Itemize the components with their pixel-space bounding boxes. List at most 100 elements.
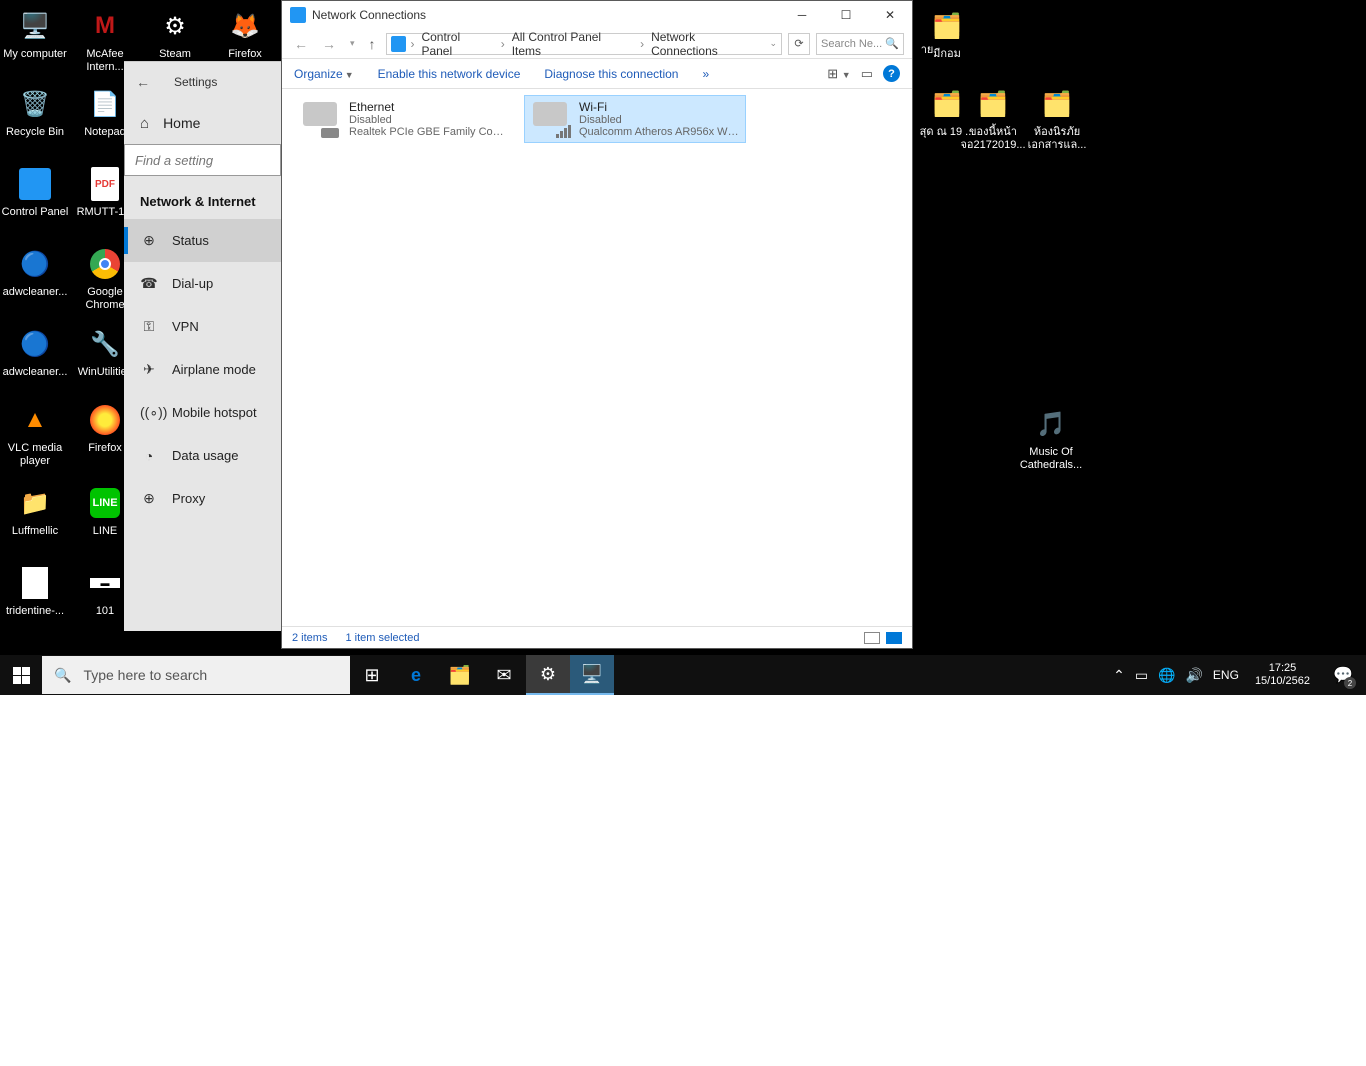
desktop-icon-tridentine[interactable]: tridentine-... [0,565,70,618]
view-tiles-icon[interactable] [886,632,902,644]
airplane-icon: ✈ [140,361,158,378]
toolbar: Organize▼ Enable this network device Dia… [282,59,912,89]
desktop-icon-right2[interactable]: 🗂️ของนี้หน้า จอ2172019... [958,86,1028,152]
window-title: Network Connections [312,8,780,22]
preview-pane-icon[interactable]: ▭ [861,66,873,82]
nav-dialup[interactable]: ☎Dial-up [124,262,281,305]
adapter-wifi[interactable]: Wi-Fi Disabled Qualcomm Atheros AR956x W… [524,95,746,143]
nav-up-icon[interactable]: ↑ [365,36,380,52]
nav-hotspot[interactable]: ((∘))Mobile hotspot [124,391,281,434]
tray-time: 17:25 [1255,662,1310,675]
view-details-icon[interactable] [864,632,880,644]
taskbar-settings[interactable]: ⚙ [526,655,570,695]
content-area[interactable]: Ethernet Disabled Realtek PCIe GBE Famil… [282,89,912,626]
desktop-icon-music[interactable]: 🎵Music Of Cathedrals... [1016,406,1086,472]
tray-clock[interactable]: 17:25 15/10/2562 [1249,662,1316,688]
tray-battery-icon[interactable]: ▭ [1135,667,1148,684]
dialup-icon: ☎ [140,275,158,292]
taskbar-edge[interactable]: e [394,655,438,695]
tray-volume-icon[interactable]: 🔊 [1185,667,1202,684]
adapter-ethernet[interactable]: Ethernet Disabled Realtek PCIe GBE Famil… [294,95,516,143]
adapter-name: Wi-Fi [579,100,739,114]
adapter-device: Realtek PCIe GBE Family Controller [349,126,509,138]
settings-title: Settings [174,75,217,89]
tray-network-icon[interactable]: 🌐 [1158,667,1175,684]
help-icon[interactable]: ? [883,65,900,82]
breadcrumb-seg-0[interactable]: Control Panel [418,30,496,58]
view-options-icon[interactable]: ⊞ ▼ [827,66,850,82]
refresh-button[interactable]: ⟳ [788,33,810,55]
nav-back-icon[interactable]: ← [290,36,312,52]
adapter-status: Disabled [349,114,509,126]
desktop-icon-steam[interactable]: ⚙Steam [140,8,210,61]
settings-search-input[interactable] [124,144,281,176]
adapter-status: Disabled [579,114,739,126]
wifi-icon [531,98,573,140]
organize-button[interactable]: Organize▼ [294,67,354,81]
status-icon: ⊕ [140,232,158,249]
desktop-icon-right5[interactable]: าย [912,44,942,57]
taskbar: 🔍 Type here to search ⊞ e 🗂️ ✉ ⚙ 🖥️ ⌃ ▭ … [0,655,1366,695]
adapter-name: Ethernet [349,100,509,114]
nav-airplane[interactable]: ✈Airplane mode [124,348,281,391]
titlebar: Network Connections ─ ☐ ✕ [282,1,912,29]
diagnose-button[interactable]: Diagnose this connection [544,67,678,81]
minimize-button[interactable]: ─ [780,1,824,29]
search-placeholder: Type here to search [83,667,207,683]
windows-icon [13,667,30,684]
address-bar: ← → ▾ ↑ › Control Panel › All Control Pa… [282,29,912,59]
desktop-icon-right3[interactable]: 🗂️ห้องนิรภัย เอกสารแล... [1022,86,1092,152]
maximize-button[interactable]: ☐ [824,1,868,29]
data-icon: ◔ [140,448,158,464]
nav-dropdown-icon[interactable]: ▾ [346,38,359,49]
breadcrumb[interactable]: › Control Panel › All Control Panel Item… [386,33,782,55]
nav-status[interactable]: ⊕Status [124,219,281,262]
breadcrumb-seg-1[interactable]: All Control Panel Items [509,30,636,58]
window-icon [290,7,306,23]
task-view-button[interactable]: ⊞ [350,655,394,695]
desktop-icon-adwcleaner1[interactable]: 🔵adwcleaner... [0,246,70,299]
taskbar-network-connections[interactable]: 🖥️ [570,655,614,695]
enable-button[interactable]: Enable this network device [378,67,521,81]
breadcrumb-sep: › [408,37,416,51]
search-icon: 🔍 [54,667,71,684]
breadcrumb-seg-2[interactable]: Network Connections [648,30,767,58]
start-button[interactable] [0,655,42,695]
desktop-icon-recycle-bin[interactable]: 🗑️Recycle Bin [0,86,70,139]
close-button[interactable]: ✕ [868,1,912,29]
vpn-icon: ⚿ [140,318,158,335]
desktop-icon-luffmellic[interactable]: 📁Luffmellic [0,485,70,538]
taskbar-mail[interactable]: ✉ [482,655,526,695]
tray-language[interactable]: ENG [1213,668,1239,682]
desktop-icon-vlc[interactable]: ▲VLC media player [0,402,70,468]
dropdown-icon: ▼ [345,70,354,80]
search-box[interactable]: Search Ne... 🔍 [816,33,904,55]
settings-header: ← Settings [124,62,281,102]
back-icon[interactable]: ← [136,74,150,90]
home-label: Home [163,115,200,131]
breadcrumb-sep: › [499,37,507,51]
taskbar-explorer[interactable]: 🗂️ [438,655,482,695]
desktop-icon-my-computer[interactable]: 🖥️My computer [0,8,70,61]
statusbar: 2 items 1 item selected [282,626,912,648]
notif-badge: 2 [1344,677,1356,689]
tray-date: 15/10/2562 [1255,675,1310,688]
tray-overflow-icon[interactable]: ⌃ [1113,667,1125,684]
adapter-device: Qualcomm Atheros AR956x Wirel... [579,126,739,138]
items-count: 2 items [292,632,327,644]
path-drop-icon[interactable]: ⌄ [769,38,777,49]
nav-datausage[interactable]: ◔Data usage [124,434,281,477]
nav-proxy[interactable]: ⊕Proxy [124,477,281,520]
proxy-icon: ⊕ [140,490,158,507]
network-connections-window: Network Connections ─ ☐ ✕ ← → ▾ ↑ › Cont… [281,0,913,649]
home-button[interactable]: ⌂ Home [124,102,281,144]
notifications-button[interactable]: 💬2 [1326,655,1360,695]
desktop-icon-adwcleaner2[interactable]: 🔵adwcleaner... [0,326,70,379]
nav-vpn[interactable]: ⚿VPN [124,305,281,348]
taskbar-search[interactable]: 🔍 Type here to search [42,656,350,694]
desktop-icon-control-panel[interactable]: Control Panel [0,166,70,219]
category-header: Network & Internet [124,190,281,219]
nav-forward-icon[interactable]: → [318,36,340,52]
more-button[interactable]: » [702,67,709,81]
ethernet-icon [301,98,343,140]
